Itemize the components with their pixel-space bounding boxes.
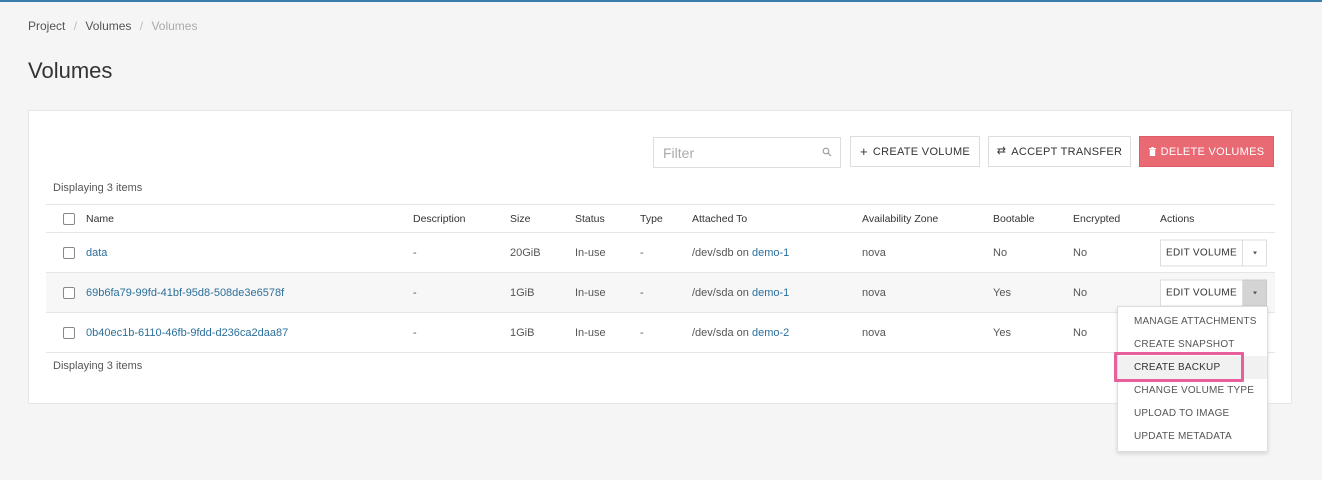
volume-name-link[interactable]: 69b6fa79-99fd-41bf-95d8-508de3e6578f [86, 287, 284, 299]
actions-dropdown-menu: MANAGE ATTACHMENTS CREATE SNAPSHOT CREAT… [1117, 306, 1268, 452]
menu-item-update-metadata[interactable]: UPDATE METADATA [1118, 425, 1267, 448]
volume-status: In-use [575, 326, 606, 339]
attached-on: on [736, 326, 749, 339]
volume-description: - [413, 286, 417, 299]
header-type[interactable]: Type [640, 213, 663, 225]
volume-availability-zone: nova [862, 246, 886, 259]
volume-name-link[interactable]: data [86, 247, 107, 259]
volume-bootable: No [993, 246, 1008, 259]
volume-size: 20GiB [510, 246, 541, 259]
menu-item-change-volume-type[interactable]: CHANGE VOLUME TYPE [1118, 379, 1267, 402]
header-attached-to[interactable]: Attached To [692, 213, 747, 225]
breadcrumb-separator: / [73, 19, 78, 33]
page-title: Volumes [28, 58, 113, 83]
volume-name-link[interactable]: 0b40ec1b-6110-46fb-9fdd-d236ca2daa87 [86, 327, 288, 339]
create-volume-label: CREATE VOLUME [872, 145, 971, 158]
volume-encrypted: No [1073, 326, 1088, 339]
filter-input[interactable] [654, 138, 814, 167]
volume-description: - [413, 246, 417, 259]
header-encrypted[interactable]: Encrypted [1073, 213, 1120, 225]
delete-volumes-label: DELETE VOLUMES [1160, 145, 1265, 158]
item-count-bottom: Displaying 3 items [53, 360, 143, 372]
volume-availability-zone: nova [862, 326, 886, 339]
top-accent-line [0, 0, 1322, 2]
row-checkbox[interactable] [63, 246, 75, 259]
volume-availability-zone: nova [862, 286, 886, 299]
plus-icon: + [859, 144, 868, 159]
attached-device: /dev/sdb [692, 246, 734, 259]
volume-attached-to: /dev/sdb on demo-1 [692, 247, 789, 259]
menu-item-create-backup[interactable]: CREATE BACKUP [1118, 356, 1267, 379]
breadcrumb-separator: / [139, 19, 144, 33]
menu-item-upload-to-image[interactable]: UPLOAD TO IMAGE [1118, 402, 1267, 425]
row-actions: EDIT VOLUME [1160, 279, 1267, 306]
table-row: data - 20GiB In-use - /dev/sdb on demo-1… [46, 233, 1275, 273]
volumes-table: Name Description Size Status Type Attach… [46, 204, 1275, 353]
row-actions: EDIT VOLUME [1160, 239, 1267, 266]
delete-volumes-button[interactable]: DELETE VOLUMES [1139, 136, 1274, 167]
header-name[interactable]: Name [86, 213, 114, 225]
breadcrumb-project[interactable]: Project [28, 19, 65, 33]
actions-dropdown-toggle[interactable] [1243, 239, 1267, 266]
breadcrumb-volumes[interactable]: Volumes [85, 19, 131, 33]
caret-down-icon [1252, 291, 1257, 294]
actions-dropdown-toggle[interactable] [1243, 279, 1267, 306]
row-checkbox[interactable] [63, 286, 75, 299]
volume-attached-to: /dev/sda on demo-2 [692, 327, 789, 339]
filter-box [653, 137, 841, 168]
attached-instance-link[interactable]: demo-1 [752, 287, 789, 299]
table-row: 69b6fa79-99fd-41bf-95d8-508de3e6578f - 1… [46, 273, 1275, 313]
trash-icon [1148, 147, 1156, 156]
volume-encrypted: No [1073, 246, 1088, 259]
volume-size: 1GiB [510, 286, 535, 299]
header-description[interactable]: Description [413, 213, 466, 225]
item-count-top: Displaying 3 items [53, 182, 143, 194]
edit-volume-button[interactable]: EDIT VOLUME [1160, 239, 1243, 266]
row-checkbox[interactable] [63, 326, 75, 339]
header-bootable[interactable]: Bootable [993, 213, 1034, 225]
header-actions: Actions [1160, 212, 1195, 225]
create-volume-button[interactable]: + CREATE VOLUME [850, 136, 980, 167]
attached-instance-link[interactable]: demo-1 [752, 247, 789, 259]
volume-bootable: Yes [993, 286, 1011, 299]
menu-item-create-snapshot[interactable]: CREATE SNAPSHOT [1118, 333, 1267, 356]
volume-bootable: Yes [993, 326, 1011, 339]
select-all-checkbox[interactable] [63, 212, 75, 225]
search-icon[interactable] [822, 147, 832, 157]
header-size[interactable]: Size [510, 213, 530, 225]
volume-encrypted: No [1073, 286, 1088, 299]
breadcrumb-current: Volumes [151, 19, 198, 33]
breadcrumb: Project / Volumes / Volumes [28, 19, 197, 33]
volume-attached-to: /dev/sda on demo-1 [692, 287, 789, 299]
attached-on: on [736, 246, 749, 259]
caret-down-icon [1252, 251, 1257, 254]
accept-transfer-label: ACCEPT TRANSFER [1011, 145, 1123, 158]
attached-device: /dev/sda [692, 286, 734, 299]
header-status[interactable]: Status [575, 213, 605, 225]
attached-device: /dev/sda [692, 326, 734, 339]
volume-type: - [640, 326, 644, 339]
edit-volume-button[interactable]: EDIT VOLUME [1160, 279, 1243, 306]
volume-type: - [640, 246, 644, 259]
volume-status: In-use [575, 246, 606, 259]
attached-on: on [736, 286, 749, 299]
volumes-panel: + CREATE VOLUME ⇄ ACCEPT TRANSFER DELETE… [28, 110, 1292, 404]
table-header: Name Description Size Status Type Attach… [46, 204, 1275, 233]
header-availability-zone[interactable]: Availability Zone [862, 213, 938, 225]
volume-type: - [640, 286, 644, 299]
menu-item-manage-attachments[interactable]: MANAGE ATTACHMENTS [1118, 310, 1267, 333]
table-row: 0b40ec1b-6110-46fb-9fdd-d236ca2daa87 - 1… [46, 313, 1275, 353]
accept-transfer-button[interactable]: ⇄ ACCEPT TRANSFER [988, 136, 1131, 167]
transfer-icon: ⇄ [996, 145, 1007, 157]
attached-instance-link[interactable]: demo-2 [752, 327, 789, 339]
volume-size: 1GiB [510, 326, 535, 339]
volume-status: In-use [575, 286, 606, 299]
volume-description: - [413, 326, 417, 339]
